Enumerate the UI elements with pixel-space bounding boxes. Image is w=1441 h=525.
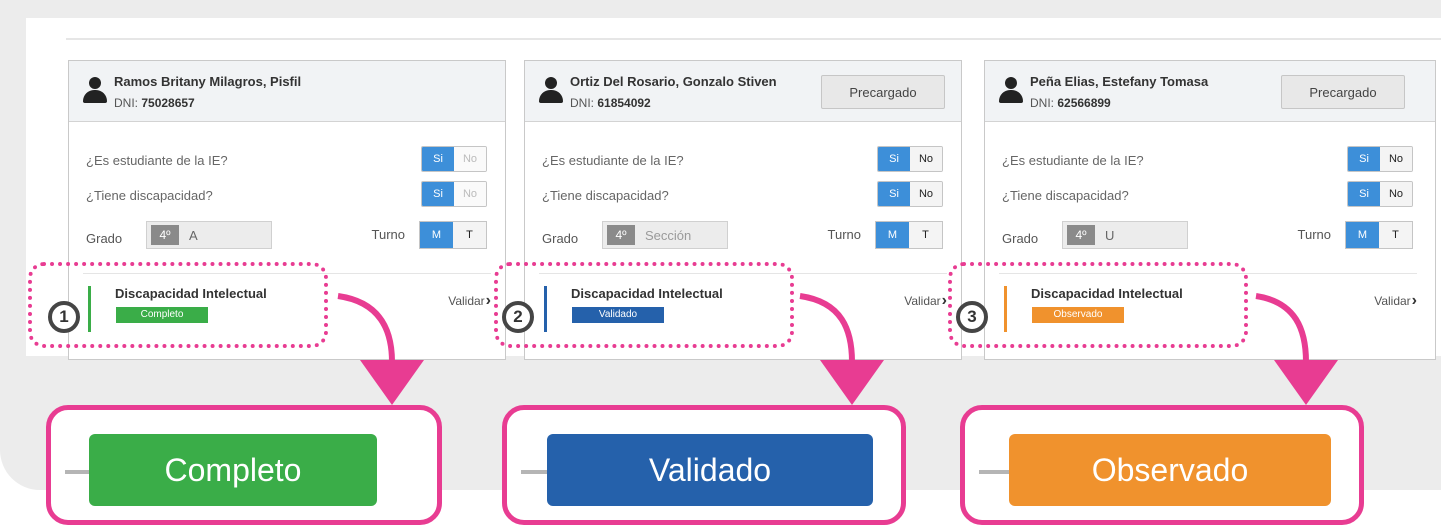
callout-badge: Observado <box>1009 434 1331 506</box>
curved-arrow-icon-1 <box>337 293 424 405</box>
curved-arrow-icon-2 <box>799 293 884 405</box>
curved-arrow-icon-3 <box>1255 293 1338 405</box>
callout-badge: Validado <box>547 434 873 506</box>
callout-observado: Observado <box>960 405 1364 525</box>
callout-badge: Completo <box>89 434 377 506</box>
callout-completo: Completo <box>46 405 442 525</box>
callout-validado: Validado <box>502 405 906 525</box>
